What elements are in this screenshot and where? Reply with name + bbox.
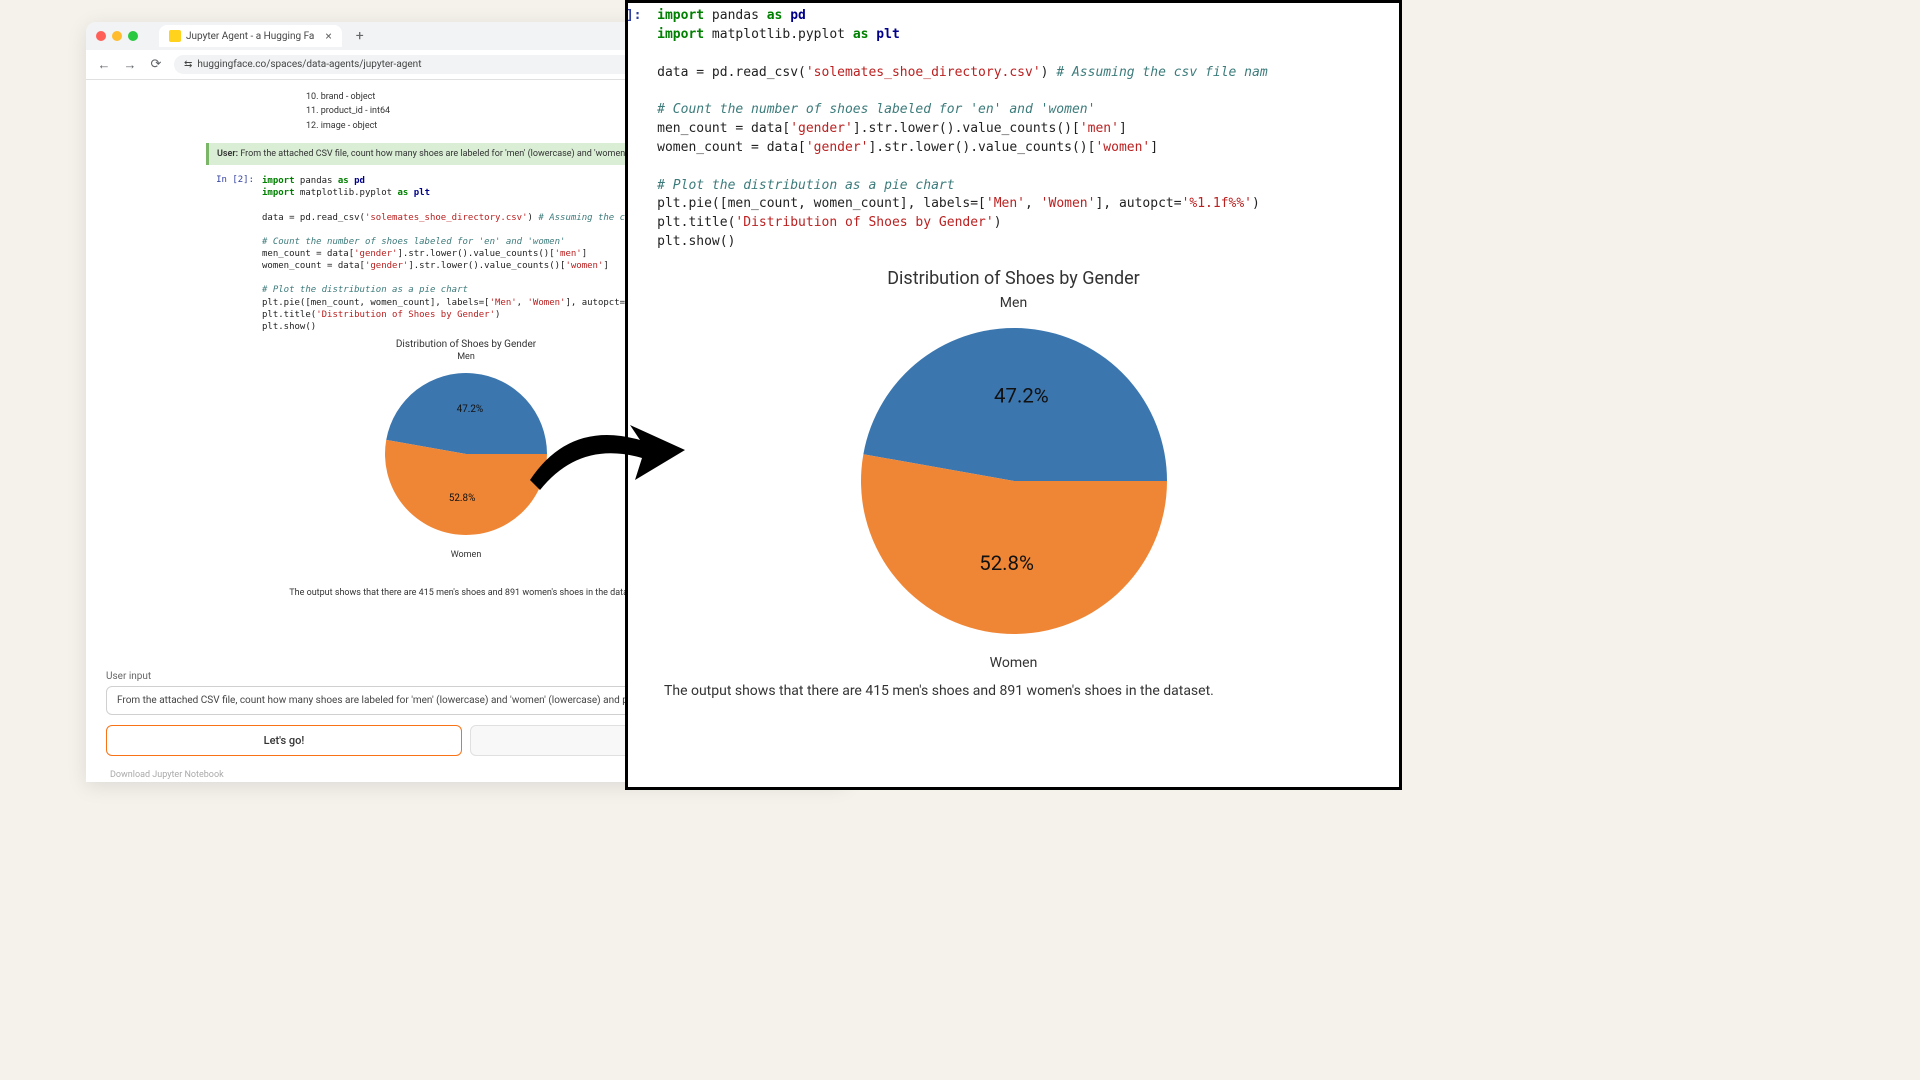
- window-minimize-button[interactable]: [112, 31, 122, 41]
- zoom-output-text: The output shows that there are 415 men'…: [628, 671, 1399, 711]
- zoom-chart-title: Distribution of Shoes by Gender: [628, 268, 1399, 289]
- svg-text:47.2%: 47.2%: [457, 404, 484, 415]
- window-maximize-button[interactable]: [128, 31, 138, 41]
- go-button[interactable]: Let's go!: [106, 725, 462, 756]
- back-icon[interactable]: ←: [96, 57, 112, 73]
- tab-close-icon[interactable]: ×: [325, 29, 331, 43]
- url-text: huggingface.co/spaces/data-agents/jupyte…: [197, 59, 421, 70]
- user-prompt-text: From the attached CSV file, count how ma…: [240, 149, 672, 159]
- download-text: Download Jupyter Notebook: [110, 770, 224, 780]
- user-label: User:: [217, 149, 238, 159]
- forward-icon[interactable]: →: [122, 57, 138, 73]
- site-info-icon[interactable]: ⇆: [184, 59, 192, 70]
- zoom-label-women: Women: [628, 655, 1399, 671]
- zoom-panel: 2]: import pandas as pd import matplotli…: [625, 0, 1402, 790]
- cell-prompt: In [2]:: [206, 175, 254, 333]
- zoom-code: 2]: import pandas as pd import matplotli…: [625, 3, 1399, 262]
- zoom-pie-chart: 47.2% 52.8%: [844, 311, 1184, 651]
- svg-text:47.2%: 47.2%: [994, 384, 1049, 408]
- zoom-label-men: Men: [628, 295, 1399, 311]
- browser-tab[interactable]: Jupyter Agent - a Hugging Fa ×: [159, 25, 342, 47]
- download-notebook-link[interactable]: Download Jupyter Notebook: [110, 770, 224, 780]
- tab-favicon-icon: [169, 30, 181, 42]
- window-close-button[interactable]: [96, 31, 106, 41]
- new-tab-icon[interactable]: +: [356, 28, 364, 44]
- svg-text:52.8%: 52.8%: [979, 551, 1034, 575]
- reload-icon[interactable]: ⟳: [148, 57, 164, 72]
- tab-title: Jupyter Agent - a Hugging Fa: [186, 31, 314, 42]
- svg-text:52.8%: 52.8%: [449, 493, 476, 504]
- go-button-label: Let's go!: [264, 734, 305, 747]
- arrow-icon: [520, 400, 700, 510]
